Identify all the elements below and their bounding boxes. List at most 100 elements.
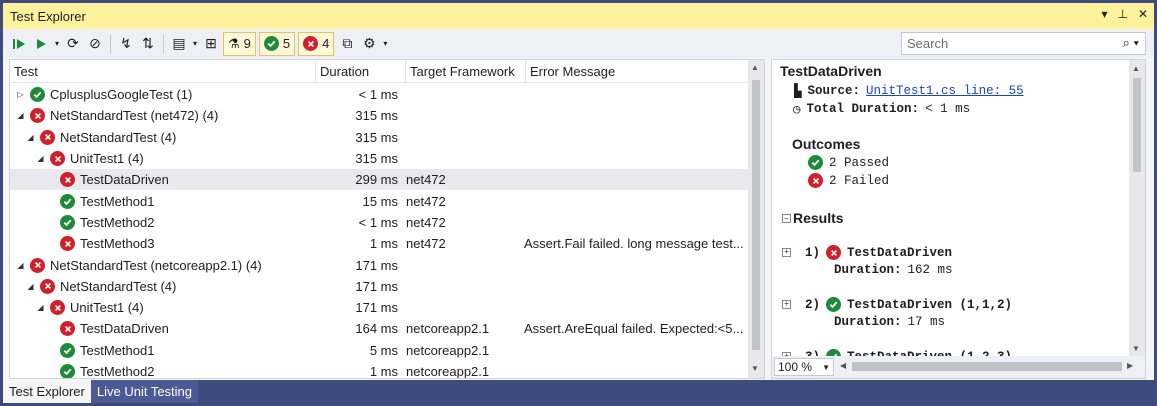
cancel-run-icon[interactable]: ⊘ xyxy=(85,33,105,55)
collapse-arrow-icon[interactable]: ◢ xyxy=(26,282,35,291)
tab-live-unit-testing[interactable]: Live Unit Testing xyxy=(90,380,199,403)
test-tree-row[interactable]: TestDataDriven 164 ms netcoreapp2.1 Assert.… xyxy=(10,318,748,339)
run-dropdown-icon[interactable]: ▾ xyxy=(53,33,61,55)
source-icon: ▙ xyxy=(794,85,802,99)
separator xyxy=(163,34,164,53)
passed-tests-badge[interactable]: 5 xyxy=(258,31,296,56)
settings-dropdown-icon[interactable]: ▾ xyxy=(381,33,389,55)
dropdown-arrow-icon[interactable]: ▾ xyxy=(1101,7,1107,21)
test-tree-row[interactable]: ▷ CplusplusGoogleTest (1) < 1 ms xyxy=(10,84,748,105)
test-tree-row[interactable]: TestMethod2 1 ms netcoreapp2.1 xyxy=(10,361,748,378)
run-icon[interactable] xyxy=(31,33,51,55)
fail-icon xyxy=(60,321,75,337)
zoom-select[interactable]: 100 % ▼ xyxy=(774,358,834,376)
tab-test-explorer[interactable]: Test Explorer xyxy=(3,380,91,403)
collapse-arrow-icon[interactable]: ◢ xyxy=(36,303,45,312)
test-tree-row[interactable]: TestMethod3 1 ms net472 Assert.Fail failed.… xyxy=(10,233,748,254)
new-window-icon[interactable]: ⧉ xyxy=(337,33,357,55)
vertical-scrollbar[interactable]: ▲ ▼ xyxy=(748,60,764,378)
passed-count: 5 xyxy=(282,36,291,51)
scroll-left-icon[interactable]: ◀ xyxy=(840,361,846,370)
test-tree-row[interactable]: ◢ NetStandardTest (netcoreapp2.1) (4) 171 … xyxy=(10,254,748,275)
fail-icon xyxy=(60,172,75,188)
expand-all-icon[interactable]: ⇅ xyxy=(138,33,158,55)
failed-text: 2 Failed xyxy=(829,173,890,188)
test-tree-row[interactable]: TestDataDriven 299 ms net472 xyxy=(10,169,748,191)
duration-cell: 164 ms xyxy=(355,321,398,337)
expand-icon[interactable]: + xyxy=(782,248,791,257)
test-tree-row[interactable]: ◢ NetStandardTest (net472) (4) 315 ms xyxy=(10,105,748,126)
duration-cell: 171 ms xyxy=(355,300,398,316)
repeat-last-run-icon[interactable]: ⟳ xyxy=(63,33,83,55)
total-duration-label: Total Duration: xyxy=(806,102,920,116)
total-tests-badge[interactable]: ⚗ 9 xyxy=(223,31,256,56)
test-tree-row[interactable]: TestMethod1 5 ms netcoreapp2.1 xyxy=(10,340,748,361)
column-header-duration[interactable]: Duration xyxy=(316,60,406,83)
duration-cell: 315 ms xyxy=(355,108,398,124)
target-framework-cell: net472 xyxy=(406,193,446,209)
toolbar: ▾ ⟳ ⊘ ↯ ⇅ ▤ ▾ ⊞ ⚗ 9 5 4 ⧉ ⚙ ▾ Search ⌕ ▾ xyxy=(3,29,1154,58)
scrollbar-thumb[interactable] xyxy=(1133,78,1141,172)
result-index: 2) xyxy=(805,297,821,312)
pass-icon xyxy=(263,36,279,51)
column-header-test[interactable]: Test xyxy=(10,60,316,83)
pin-icon[interactable]: ⊥ xyxy=(1117,7,1127,21)
test-tree-row[interactable]: ◢ UnitTest1 (4) 171 ms xyxy=(10,297,748,318)
scroll-right-icon[interactable]: ▶ xyxy=(1127,361,1133,370)
results-heading: Results xyxy=(793,210,844,226)
collapse-arrow-icon[interactable]: ◢ xyxy=(16,111,25,120)
fail-icon xyxy=(50,151,65,167)
pass-icon xyxy=(30,87,45,103)
column-header-row: Test Duration Target Framework Error Mes… xyxy=(10,60,748,83)
results-heading-row: − Results xyxy=(782,210,844,226)
outcome-failed: 2 Failed xyxy=(808,173,889,188)
test-name: UnitTest1 (4) xyxy=(70,300,144,316)
search-icon[interactable]: ⌕ ▾ xyxy=(1123,35,1139,51)
group-by-icon[interactable]: ⊞ xyxy=(201,33,221,55)
source-line: ▙ Source: UnitTest1.cs line: 55 xyxy=(794,83,1024,99)
collapse-arrow-icon[interactable]: ◢ xyxy=(16,261,25,270)
settings-gear-icon[interactable]: ⚙ xyxy=(359,33,379,55)
scroll-down-icon[interactable]: ▼ xyxy=(751,364,759,373)
result-name: TestDataDriven xyxy=(847,245,953,260)
debug-icon[interactable]: ↯ xyxy=(116,33,136,55)
column-header-target-framework[interactable]: Target Framework xyxy=(406,60,526,83)
pass-icon xyxy=(60,364,75,378)
duration-cell: < 1 ms xyxy=(358,214,398,230)
column-header-error-message[interactable]: Error Message xyxy=(526,60,748,83)
playlist-dropdown-icon[interactable]: ▾ xyxy=(191,33,199,55)
test-name-cell: TestMethod1 xyxy=(10,342,316,358)
title-bar: Test Explorer ▾ ⊥ ✕ xyxy=(3,3,1154,29)
run-all-icon[interactable] xyxy=(9,33,29,55)
scroll-down-icon[interactable]: ▼ xyxy=(1132,344,1140,353)
test-name: NetStandardTest (4) xyxy=(60,129,177,145)
collapse-icon[interactable]: − xyxy=(782,213,791,223)
test-tree-row[interactable]: ◢ NetStandardTest (4) 315 ms xyxy=(10,127,748,148)
playlist-icon[interactable]: ▤ xyxy=(169,33,189,55)
expand-arrow-icon[interactable]: ▷ xyxy=(16,90,25,99)
test-tree-row[interactable]: TestMethod2 < 1 ms net472 xyxy=(10,212,748,233)
error-message-cell: Assert.AreEqual failed. Expected:<5... xyxy=(524,321,744,337)
search-input[interactable]: Search ⌕ ▾ xyxy=(901,32,1146,55)
passed-text: 2 Passed xyxy=(829,155,890,170)
horizontal-scrollbar-thumb[interactable] xyxy=(852,362,1122,371)
failed-tests-badge[interactable]: 4 xyxy=(298,31,335,56)
test-tree-row[interactable]: TestMethod1 15 ms net472 xyxy=(10,190,748,211)
scroll-up-icon[interactable]: ▲ xyxy=(1132,64,1140,73)
duration-cell: 171 ms xyxy=(355,278,398,294)
scrollbar-thumb[interactable] xyxy=(752,80,760,350)
collapse-arrow-icon[interactable]: ◢ xyxy=(36,154,45,163)
test-name-cell: TestDataDriven xyxy=(10,321,316,337)
test-tree-row[interactable]: ◢ UnitTest1 (4) 315 ms xyxy=(10,148,748,169)
expand-icon[interactable]: + xyxy=(782,300,791,309)
close-icon[interactable]: ✕ xyxy=(1138,7,1148,21)
detail-vertical-scrollbar[interactable]: ▲ ▼ xyxy=(1129,60,1145,356)
scroll-up-icon[interactable]: ▲ xyxy=(751,63,759,72)
duration-value: 162 ms xyxy=(907,263,953,277)
test-tree-row[interactable]: ◢ NetStandardTest (4) 171 ms xyxy=(10,276,748,297)
pass-icon xyxy=(60,342,75,358)
source-link[interactable]: UnitTest1.cs line: 55 xyxy=(866,84,1024,98)
duration-cell: 1 ms xyxy=(369,236,398,252)
target-framework-cell: net472 xyxy=(406,172,446,188)
collapse-arrow-icon[interactable]: ◢ xyxy=(26,133,35,142)
